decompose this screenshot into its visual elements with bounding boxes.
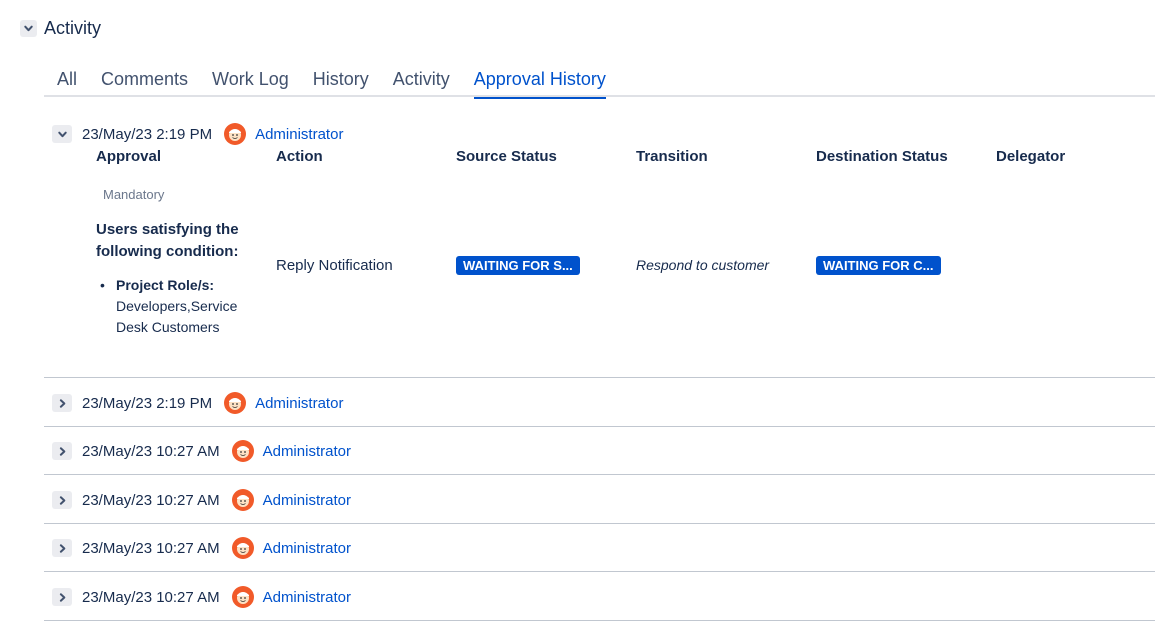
entry-header: 23/May/23 10:27 AM Administrator: [52, 586, 351, 608]
divider: [44, 523, 1155, 524]
entry-header: 23/May/23 10:27 AM Administrator: [52, 440, 351, 462]
bullet: •: [100, 277, 105, 293]
user-link[interactable]: Administrator: [263, 589, 351, 606]
tab-approval-history[interactable]: Approval History: [473, 66, 606, 99]
column-header-transition: Transition: [636, 148, 708, 165]
column-header-source-status: Source Status: [456, 148, 557, 165]
entry-timestamp: 23/May/23 2:19 PM: [82, 394, 213, 412]
entry-header: 23/May/23 2:19 PM Administrator: [52, 123, 343, 145]
transition-value: Respond to customer: [636, 257, 770, 273]
role-value: Developers,Service Desk Customers: [116, 298, 238, 335]
entry-timestamp: 23/May/23 10:27 AM: [82, 588, 220, 606]
approval-type: Mandatory: [103, 187, 165, 202]
column-header-action: Action: [276, 148, 323, 165]
user-link[interactable]: Administrator: [263, 540, 351, 557]
avatar: [231, 440, 254, 462]
user-link[interactable]: Administrator: [263, 492, 351, 509]
entry-header: 23/May/23 10:27 AM Administrator: [52, 537, 351, 559]
chevron-right-icon[interactable]: [52, 394, 72, 412]
chevron-right-icon[interactable]: [52, 491, 72, 509]
divider: [44, 474, 1155, 475]
user-link[interactable]: Administrator: [255, 395, 343, 412]
action-value: Reply Notification: [276, 257, 393, 274]
divider: [44, 571, 1155, 572]
chevron-down-icon[interactable]: [52, 125, 72, 143]
column-header-delegator: Delegator: [996, 148, 1066, 165]
tab-activity[interactable]: Activity: [393, 66, 450, 97]
avatar: [224, 123, 247, 145]
entry-timestamp: 23/May/23 10:27 AM: [82, 491, 220, 509]
activity-section-header: Activity: [20, 18, 101, 39]
chevron-right-icon[interactable]: [52, 588, 72, 606]
avatar: [231, 489, 254, 511]
destination-status-lozenge: WAITING FOR C...: [816, 256, 941, 275]
tab-history[interactable]: History: [313, 66, 369, 97]
chevron-right-icon[interactable]: [52, 539, 72, 557]
role-label: Project Role/s:: [116, 277, 215, 293]
activity-tabs: All Comments Work Log History Activity A…: [44, 66, 1155, 99]
chevron-right-icon[interactable]: [52, 442, 72, 460]
avatar: [231, 537, 254, 559]
user-link[interactable]: Administrator: [255, 126, 343, 143]
section-title: Activity: [44, 18, 102, 38]
tab-comments[interactable]: Comments: [101, 66, 188, 97]
tab-all[interactable]: All: [57, 66, 77, 97]
tab-work-log[interactable]: Work Log: [212, 66, 289, 97]
entry-timestamp: 23/May/23 10:27 AM: [82, 442, 220, 460]
chevron-down-icon[interactable]: [20, 20, 37, 37]
avatar: [224, 392, 247, 414]
divider: [44, 620, 1155, 621]
source-status-lozenge: WAITING FOR S...: [456, 256, 580, 275]
approval-condition-title: Users satisfying the following condition…: [96, 221, 239, 260]
user-link[interactable]: Administrator: [263, 443, 351, 460]
avatar: [231, 586, 254, 608]
divider: [44, 377, 1155, 378]
entry-timestamp: 23/May/23 2:19 PM: [82, 125, 213, 143]
entry-header: 23/May/23 2:19 PM Administrator: [52, 392, 343, 414]
entry-header: 23/May/23 10:27 AM Administrator: [52, 489, 351, 511]
column-header-destination-status: Destination Status: [816, 148, 948, 165]
entry-timestamp: 23/May/23 10:27 AM: [82, 539, 220, 557]
divider: [44, 426, 1155, 427]
column-header-approval: Approval: [96, 148, 162, 165]
